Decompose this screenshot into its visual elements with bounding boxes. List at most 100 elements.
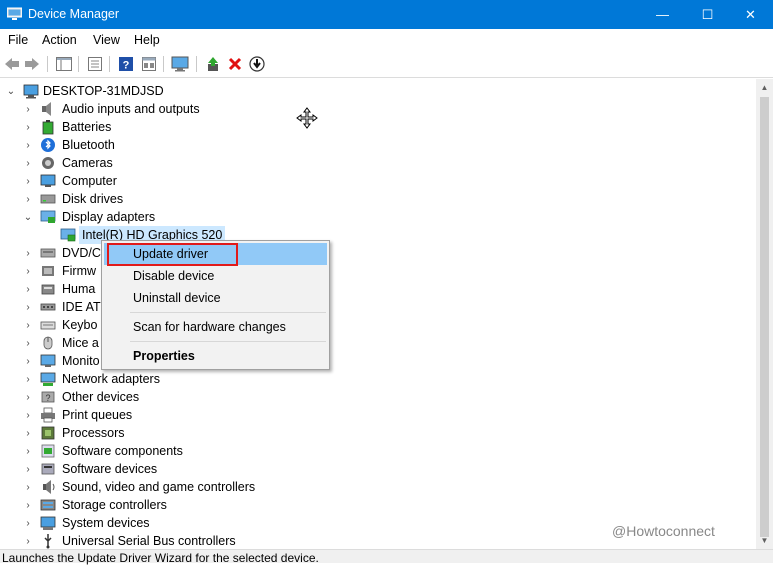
context-disable-device[interactable]: Disable device — [104, 265, 327, 287]
uninstall-x-icon[interactable] — [226, 55, 244, 73]
expand-chevron-icon[interactable]: › — [22, 535, 34, 547]
expand-chevron-icon[interactable]: › — [22, 175, 34, 187]
forward-arrow-icon[interactable] — [23, 55, 41, 73]
svg-text:?: ? — [123, 60, 130, 72]
tree-category-item[interactable]: ›? Other devices — [0, 388, 300, 406]
device-manager-window: Device Manager — ☐ ✕ File Action View He… — [0, 0, 773, 565]
category-label: Software components — [62, 444, 183, 458]
scroll-up-arrow-icon[interactable]: ▲ — [756, 79, 773, 96]
expand-chevron-icon[interactable]: › — [22, 193, 34, 205]
context-item-label: Uninstall device — [133, 291, 221, 305]
tree-category-item[interactable]: › Network adapters — [0, 370, 300, 388]
expand-chevron-icon[interactable]: › — [22, 337, 34, 349]
expand-chevron-icon[interactable]: › — [22, 121, 34, 133]
computer-icon — [40, 174, 56, 187]
processor-icon — [41, 426, 55, 440]
tree-category-item[interactable]: › Processors — [0, 424, 300, 442]
category-label: DVD/C — [62, 246, 101, 260]
expand-chevron-icon[interactable]: › — [22, 157, 34, 169]
category-label: Monito — [62, 354, 100, 368]
storage-icon — [40, 499, 56, 511]
menu-file[interactable]: File — [8, 33, 28, 47]
system-devices-icon — [40, 516, 56, 530]
toolbar-separator — [47, 56, 48, 72]
expand-chevron-icon[interactable]: › — [22, 517, 34, 529]
collapse-chevron-icon[interactable]: ⌄ — [22, 211, 34, 223]
watermark: @Howtoconnect — [612, 523, 715, 539]
tree-category-item[interactable]: › Software devices — [0, 460, 300, 478]
tree-category-item[interactable]: › Audio inputs and outputs — [0, 100, 300, 118]
keyboard-icon — [40, 321, 56, 330]
expand-chevron-icon[interactable]: › — [22, 427, 34, 439]
tree-category-item[interactable]: › Software components — [0, 442, 300, 460]
device-view-icon[interactable] — [140, 55, 158, 73]
expand-chevron-icon[interactable]: › — [22, 301, 34, 313]
title-bar: Device Manager — ☐ ✕ — [0, 0, 773, 29]
monitor-icon — [40, 354, 56, 367]
toolbar-separator — [78, 56, 79, 72]
sound-icon — [43, 480, 55, 494]
maximize-button[interactable]: ☐ — [685, 0, 730, 29]
tree-category-item[interactable]: › Universal Serial Bus controllers — [0, 532, 300, 549]
expand-chevron-icon[interactable]: › — [22, 373, 34, 385]
ide-icon — [40, 303, 56, 311]
expand-chevron-icon[interactable]: › — [22, 103, 34, 115]
category-label: Sound, video and game controllers — [62, 480, 256, 494]
menu-bar: File Action View Help — [0, 29, 773, 51]
expand-chevron-icon[interactable]: › — [22, 391, 34, 403]
category-label: Disk drives — [62, 192, 124, 206]
scrollbar-thumb[interactable] — [760, 97, 769, 537]
expand-chevron-icon[interactable]: › — [22, 283, 34, 295]
toolbar-separator — [163, 56, 164, 72]
expand-chevron-icon[interactable]: › — [22, 481, 34, 493]
expand-chevron-icon[interactable]: › — [22, 409, 34, 421]
tree-root-node[interactable]: ⌄ DESKTOP-31MDJSD — [0, 82, 300, 100]
firmware-icon — [42, 266, 54, 276]
maximize-icon: ☐ — [701, 6, 714, 22]
context-uninstall-device[interactable]: Uninstall device — [104, 287, 327, 309]
tree-category-item[interactable]: › Storage controllers — [0, 496, 300, 514]
expand-chevron-icon[interactable]: › — [22, 247, 34, 259]
expand-chevron-icon[interactable]: › — [22, 499, 34, 511]
console-tree-icon[interactable] — [55, 55, 73, 73]
category-label: Computer — [62, 174, 117, 188]
menu-help[interactable]: Help — [134, 33, 160, 47]
expand-chevron-icon[interactable]: › — [22, 445, 34, 457]
expand-chevron-icon[interactable]: › — [22, 355, 34, 367]
context-properties[interactable]: Properties — [104, 345, 327, 367]
tree-category-item[interactable]: › System devices — [0, 514, 300, 532]
category-label: IDE AT — [62, 300, 101, 314]
menu-view[interactable]: View — [93, 33, 120, 47]
expand-chevron-icon[interactable]: › — [22, 463, 34, 475]
properties-icon[interactable] — [86, 55, 104, 73]
tree-category-item[interactable]: ⌄ Display adapters — [0, 208, 300, 226]
update-driver-icon[interactable] — [204, 55, 222, 73]
help-icon[interactable]: ? — [117, 55, 135, 73]
back-arrow-icon[interactable] — [3, 55, 21, 73]
context-scan-hardware[interactable]: Scan for hardware changes — [104, 316, 327, 338]
monitor-icon[interactable] — [171, 55, 189, 73]
close-button[interactable]: ✕ — [728, 0, 773, 29]
expand-chevron-icon[interactable]: › — [22, 139, 34, 151]
vertical-scrollbar[interactable]: ▲ ▼ — [756, 79, 773, 549]
tree-category-item[interactable]: › Bluetooth — [0, 136, 300, 154]
category-label: Software devices — [62, 462, 158, 476]
category-label: System devices — [62, 516, 150, 530]
collapse-chevron-icon[interactable]: ⌄ — [5, 85, 17, 97]
download-icon[interactable] — [248, 55, 266, 73]
tree-category-item[interactable]: › Disk drives — [0, 190, 300, 208]
menu-action[interactable]: Action — [42, 33, 77, 47]
expand-chevron-icon[interactable]: › — [22, 319, 34, 331]
category-label: Display adapters — [62, 210, 156, 224]
category-label: Storage controllers — [62, 498, 167, 512]
expand-chevron-icon[interactable]: › — [22, 265, 34, 277]
tree-category-item[interactable]: › Batteries — [0, 118, 300, 136]
tree-category-item[interactable]: › Cameras — [0, 154, 300, 172]
scroll-down-arrow-icon[interactable]: ▼ — [756, 532, 773, 549]
tree-category-item[interactable]: › Computer — [0, 172, 300, 190]
category-label: Print queues — [62, 408, 133, 422]
category-label: Network adapters — [62, 372, 160, 386]
tree-category-item[interactable]: › Sound, video and game controllers — [0, 478, 300, 496]
minimize-button[interactable]: — — [640, 0, 685, 29]
tree-category-item[interactable]: › Print queues — [0, 406, 300, 424]
